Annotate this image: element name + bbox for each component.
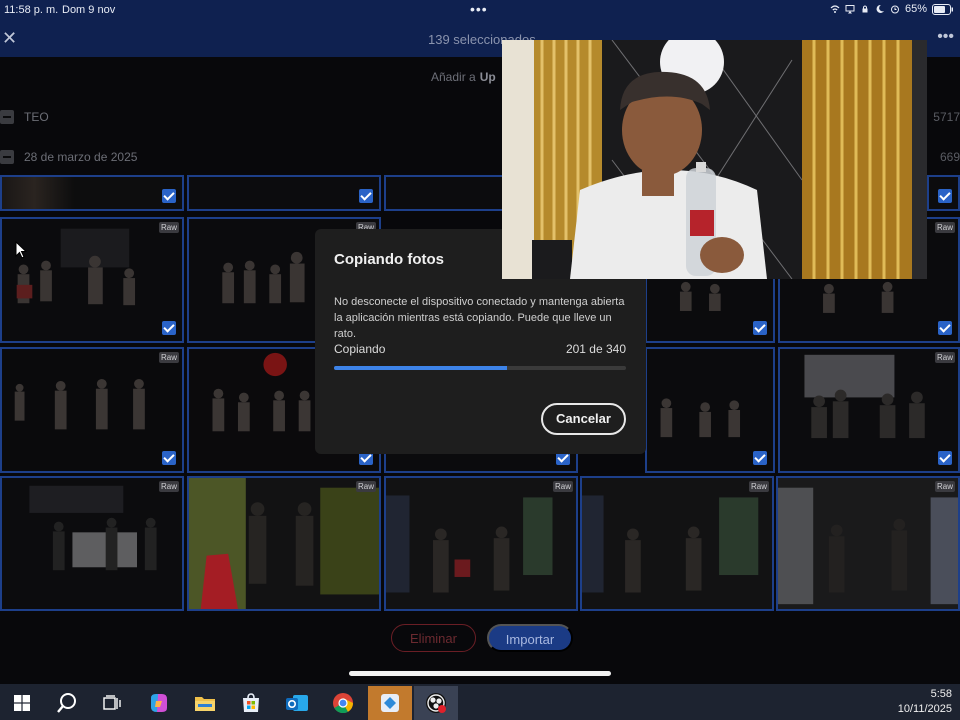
mouse-pointer-icon [15, 241, 27, 259]
raw-badge: Raw [355, 481, 376, 492]
wifi-icon [830, 5, 840, 13]
photo-tile[interactable]: Raw [187, 476, 381, 611]
photo-thumbnail [778, 478, 958, 609]
photo-tile[interactable] [645, 347, 775, 473]
windows-start-icon[interactable] [0, 686, 44, 720]
import-button[interactable]: Importar [487, 624, 573, 652]
selected-check-icon[interactable] [938, 451, 952, 465]
photo-thumbnail [780, 349, 958, 471]
group-count: 669 [939, 150, 960, 164]
screen-mirroring-icon [845, 5, 855, 14]
raw-badge: Raw [158, 352, 179, 363]
windows-taskbar: 5:58 10/11/2025 [0, 684, 960, 720]
microsoft-store-icon[interactable] [229, 686, 273, 720]
photo-tile[interactable]: Raw [778, 347, 960, 473]
progress-label: Copiando [334, 342, 386, 356]
status-indicators: 65% [830, 3, 954, 15]
file-explorer-icon[interactable] [183, 686, 227, 720]
cancel-button[interactable]: Cancelar [541, 403, 626, 435]
photo-thumbnail [582, 478, 772, 609]
deselect-group-icon[interactable] [0, 150, 14, 164]
dialog-title: Copiando fotos [334, 251, 444, 268]
photo-tile[interactable]: Raw [0, 217, 184, 343]
dialog-message: No desconecte el dispositivo conectado y… [334, 296, 625, 340]
photo-tile[interactable]: Raw [384, 476, 578, 611]
group-label: 28 de marzo de 2025 [24, 150, 138, 164]
multitasking-dots-icon[interactable]: ••• [470, 1, 488, 17]
progress-bar [334, 366, 626, 370]
more-options-icon[interactable]: ••• [937, 28, 954, 46]
add-to-target: Up [479, 70, 496, 84]
progress-bar-fill [334, 366, 507, 370]
photo-thumbnail [189, 478, 379, 609]
battery-icon [932, 3, 953, 15]
status-bar: 11:58 p. m. Dom 9 nov ••• 65% [0, 0, 960, 22]
selected-check-icon[interactable] [162, 189, 176, 203]
task-view-icon[interactable] [90, 686, 134, 720]
selected-check-icon[interactable] [938, 321, 952, 335]
group-label: TEO [24, 110, 49, 124]
status-time: 11:58 p. m. [4, 4, 59, 16]
obs-icon[interactable] [414, 686, 458, 720]
add-to-bar[interactable]: Añadir a Up [431, 70, 496, 84]
photo-tile[interactable] [187, 175, 381, 211]
chrome-icon[interactable] [321, 686, 365, 720]
copilot-icon[interactable] [137, 686, 181, 720]
selected-check-icon[interactable] [162, 321, 176, 335]
raw-badge: Raw [158, 222, 179, 233]
photo-tile[interactable] [927, 175, 960, 211]
photo-thumbnail [386, 478, 576, 609]
clock-date: 10/11/2025 [897, 703, 952, 715]
photo-tile[interactable]: Raw [0, 347, 184, 473]
webcam-video [502, 40, 927, 279]
progress-count: 201 de 340 [565, 342, 626, 356]
selected-check-icon[interactable] [753, 321, 767, 335]
raw-badge: Raw [748, 481, 769, 492]
raw-badge: Raw [934, 222, 955, 233]
home-indicator[interactable] [349, 671, 611, 676]
raw-badge: Raw [158, 481, 179, 492]
taskbar-clock[interactable]: 5:58 10/11/2025 [898, 687, 952, 717]
battery-percent: 65% [904, 3, 927, 15]
photo-thumbnail [2, 219, 182, 341]
webcam-overlay [502, 40, 927, 279]
photo-tile[interactable]: Raw [580, 476, 774, 611]
clock-time: 5:58 [930, 688, 952, 700]
status-date: Dom 9 nov [62, 4, 116, 16]
close-icon[interactable]: ✕ [2, 28, 17, 49]
deselect-group-icon[interactable] [0, 110, 14, 124]
add-to-label: Añadir a [431, 70, 476, 84]
do-not-disturb-icon [876, 4, 884, 13]
photo-tile[interactable] [0, 175, 184, 211]
photo-tile[interactable]: Raw [776, 476, 960, 611]
screen: 11:58 p. m. Dom 9 nov ••• 65% ✕ 139 sele… [0, 0, 960, 720]
selected-check-icon[interactable] [162, 451, 176, 465]
photo-tile[interactable]: Raw [0, 476, 184, 611]
raw-badge: Raw [934, 481, 955, 492]
outlook-icon[interactable] [275, 686, 319, 720]
remote-app-icon[interactable] [368, 686, 412, 720]
lock-rotation-icon [862, 5, 868, 13]
selected-check-icon[interactable] [938, 189, 952, 203]
raw-badge: Raw [552, 481, 573, 492]
group-count: 5717 [933, 110, 960, 124]
raw-badge: Raw [934, 352, 955, 363]
selected-check-icon[interactable] [359, 189, 373, 203]
alarm-icon [890, 5, 899, 14]
search-icon[interactable] [45, 686, 89, 720]
delete-button[interactable]: Eliminar [391, 624, 476, 652]
selected-check-icon[interactable] [753, 451, 767, 465]
photo-thumbnail [2, 478, 182, 609]
photo-thumbnail [2, 349, 182, 471]
